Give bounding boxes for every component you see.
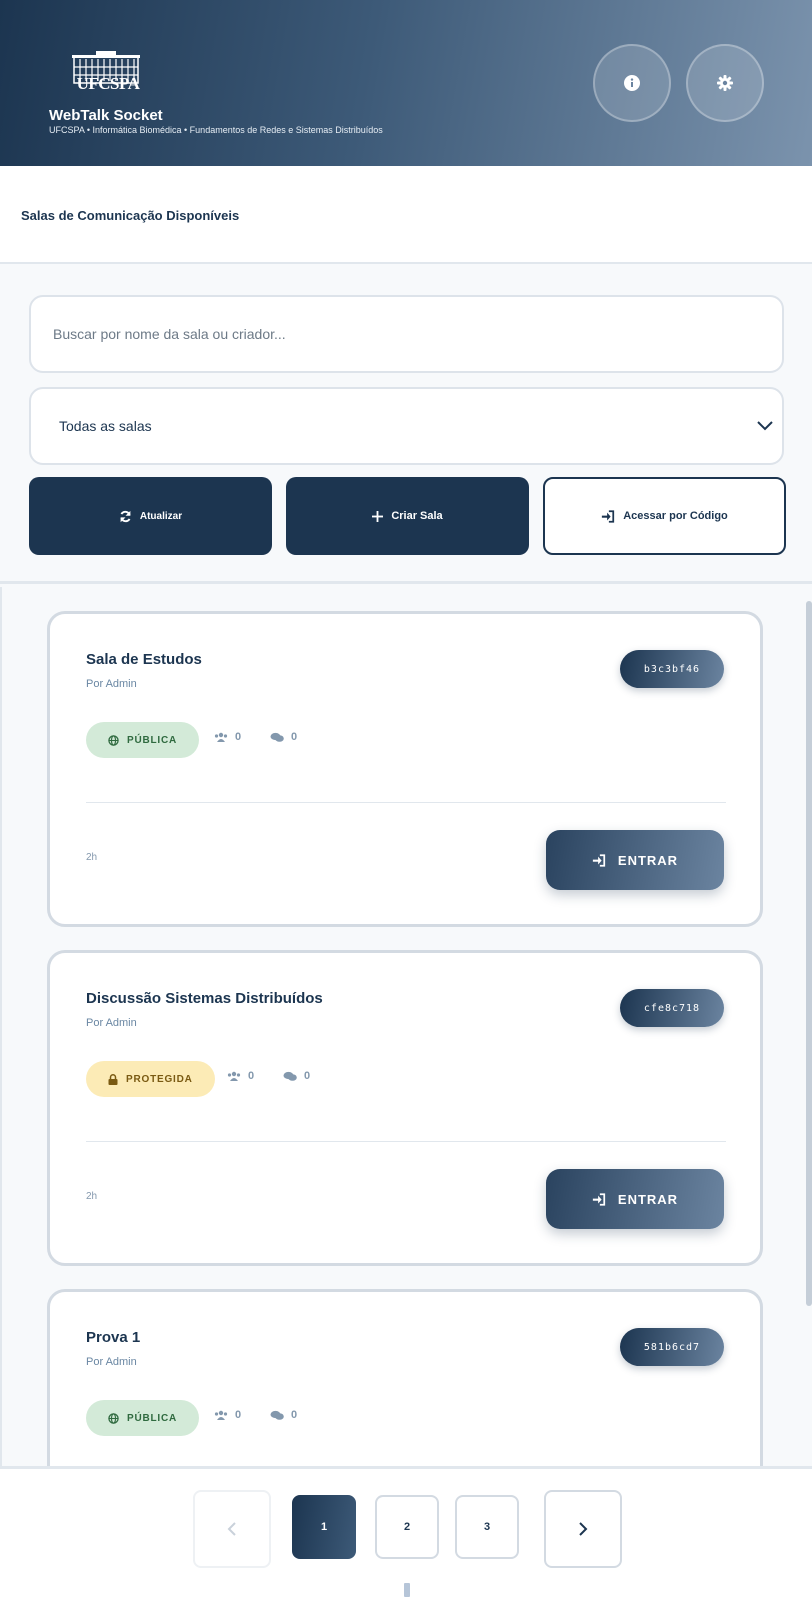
users-icon — [214, 732, 228, 742]
users-count-value: 0 — [235, 731, 242, 743]
room-code-badge[interactable]: cfe8c718 — [620, 989, 724, 1027]
refresh-button[interactable]: Atualizar — [29, 477, 272, 555]
room-list[interactable]: Sala de Estudos Por Admin b3c3bf46 PÚBLI… — [0, 587, 812, 1469]
page-button-1[interactable]: 1 — [292, 1495, 356, 1559]
chevron-left-icon — [227, 1522, 236, 1536]
users-count: 0 — [214, 731, 241, 743]
messages-count: 0 — [283, 1070, 310, 1082]
room-filter-value: Todas as salas — [59, 418, 152, 434]
enter-room-button[interactable]: ENTRAR — [546, 1169, 724, 1229]
page-button-3[interactable]: 3 — [455, 1495, 519, 1559]
messages-count-value: 0 — [291, 1409, 298, 1421]
app-subtitle: UFCSPA • Informática Biomédica • Fundame… — [49, 125, 383, 135]
chevron-down-icon — [757, 421, 773, 431]
users-count: 0 — [227, 1070, 254, 1082]
room-creator: Por Admin — [86, 1356, 137, 1368]
comments-icon — [270, 732, 284, 742]
enter-room-button[interactable]: ENTRAR — [546, 830, 724, 890]
gear-icon — [717, 75, 733, 91]
app-title: WebTalk Socket — [49, 107, 163, 124]
comments-icon — [270, 1410, 284, 1420]
room-filter-select[interactable]: Todas as salas — [29, 387, 784, 465]
comments-icon — [283, 1071, 297, 1081]
room-creator: Por Admin — [86, 678, 137, 690]
lock-icon — [108, 1073, 118, 1085]
access-by-code-label: Acessar por Código — [623, 510, 728, 522]
messages-count-value: 0 — [304, 1070, 311, 1082]
logo-text: UFCSPA — [76, 74, 140, 93]
create-room-label: Criar Sala — [391, 510, 443, 522]
visibility-badge: PÚBLICA — [86, 722, 200, 758]
users-icon — [214, 1410, 228, 1420]
room-code-badge[interactable]: 581b6cd7 — [620, 1328, 724, 1366]
controls-panel: Todas as salas Atualizar Criar Sala Aces… — [0, 266, 812, 584]
info-icon — [624, 75, 640, 91]
globe-icon — [108, 734, 119, 746]
refresh-label: Atualizar — [139, 510, 183, 522]
visibility-label: PÚBLICA — [127, 1412, 178, 1424]
enter-room-label: ENTRAR — [617, 1191, 679, 1207]
plus-icon — [372, 510, 384, 522]
section-header: Salas de Comunicação Disponíveis — [0, 166, 812, 264]
room-time: 2h — [86, 1191, 98, 1202]
enter-room-label: ENTRAR — [617, 852, 679, 868]
room-card: Sala de Estudos Por Admin b3c3bf46 PÚBLI… — [47, 611, 763, 927]
room-card: Discussão Sistemas Distribuídos Por Admi… — [47, 950, 763, 1266]
next-page-button[interactable] — [544, 1490, 622, 1568]
sign-in-icon — [592, 1192, 606, 1206]
card-divider — [86, 1141, 726, 1142]
room-title: Sala de Estudos — [86, 651, 202, 668]
sign-in-icon — [592, 853, 606, 867]
card-divider — [86, 802, 726, 803]
messages-count: 0 — [270, 731, 297, 743]
users-count-value: 0 — [248, 1070, 255, 1082]
page-button-2[interactable]: 2 — [375, 1495, 439, 1559]
messages-count: 0 — [270, 1409, 297, 1421]
users-count: 0 — [214, 1409, 241, 1421]
access-by-code-button[interactable]: Acessar por Código — [543, 477, 786, 555]
room-creator: Por Admin — [86, 1017, 137, 1029]
room-title: Prova 1 — [86, 1329, 141, 1346]
refresh-icon — [120, 510, 131, 522]
room-title: Discussão Sistemas Distribuídos — [86, 990, 323, 1007]
visibility-label: PÚBLICA — [127, 734, 178, 746]
app-header: UFCSPA WebTalk Socket UFCSPA • Informáti… — [0, 0, 812, 166]
visibility-badge: PROTEGIDA — [86, 1061, 215, 1097]
chevron-right-icon — [579, 1522, 588, 1536]
drag-handle[interactable] — [404, 1583, 410, 1597]
messages-count-value: 0 — [291, 731, 298, 743]
room-time: 2h — [86, 852, 98, 863]
visibility-label: PROTEGIDA — [126, 1073, 193, 1085]
prev-page-button[interactable] — [193, 1490, 271, 1568]
globe-icon — [108, 1412, 119, 1424]
pagination: 1 2 3 — [0, 1469, 812, 1600]
scrollbar[interactable] — [806, 601, 812, 1306]
search-input[interactable] — [29, 295, 784, 373]
settings-button[interactable] — [686, 44, 764, 122]
create-room-button[interactable]: Criar Sala — [286, 477, 529, 555]
section-title: Salas de Comunicação Disponíveis — [21, 208, 240, 223]
visibility-badge: PÚBLICA — [86, 1400, 200, 1436]
users-count-value: 0 — [235, 1409, 242, 1421]
info-button[interactable] — [593, 44, 671, 122]
room-card: Prova 1 Por Admin 581b6cd7 PÚBLICA 0 0 — [47, 1289, 763, 1466]
sign-in-icon — [602, 509, 615, 523]
room-code-badge[interactable]: b3c3bf46 — [620, 650, 724, 688]
users-icon — [227, 1071, 241, 1081]
